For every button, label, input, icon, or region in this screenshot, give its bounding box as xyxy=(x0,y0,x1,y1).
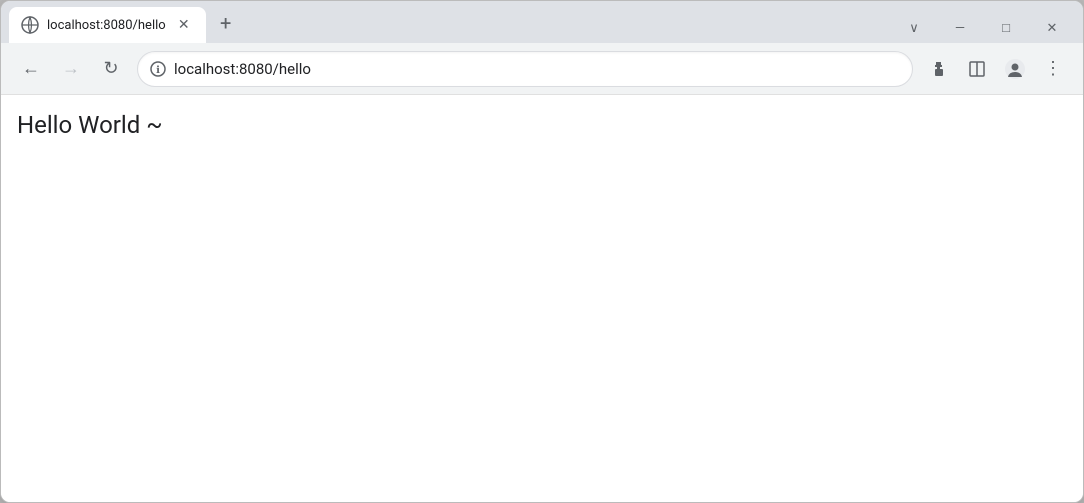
lock-icon: ℹ xyxy=(150,61,166,77)
toolbar: ← → ↻ ℹ xyxy=(1,43,1083,95)
close-button[interactable]: ✕ xyxy=(1029,13,1075,43)
tab-list-button[interactable]: ∨ xyxy=(891,13,937,43)
profile-button[interactable] xyxy=(997,51,1033,87)
minimize-button[interactable]: — xyxy=(937,13,983,43)
split-screen-button[interactable] xyxy=(959,51,995,87)
forward-button[interactable]: → xyxy=(53,51,89,87)
tab-favicon-icon xyxy=(21,16,39,34)
back-button[interactable]: ← xyxy=(13,51,49,87)
refresh-button[interactable]: ↻ xyxy=(93,51,129,87)
title-bar: localhost:8080/hello ✕ + ∨ — □ ✕ xyxy=(1,1,1083,43)
svg-text:ℹ: ℹ xyxy=(156,65,160,76)
maximize-button[interactable]: □ xyxy=(983,13,1029,43)
address-input[interactable] xyxy=(174,60,900,78)
active-tab[interactable]: localhost:8080/hello ✕ xyxy=(9,7,206,43)
window-controls: ∨ — □ ✕ xyxy=(883,13,1083,43)
new-tab-button[interactable]: + xyxy=(210,7,242,39)
tabs-area: localhost:8080/hello ✕ + xyxy=(1,7,883,43)
page-main-text: Hello World ~ xyxy=(17,111,163,139)
browser-window: localhost:8080/hello ✕ + ∨ — □ ✕ ← → ↻ ℹ xyxy=(0,0,1084,503)
extensions-button[interactable] xyxy=(921,51,957,87)
more-button[interactable]: ⋮ xyxy=(1035,51,1071,87)
tab-close-button[interactable]: ✕ xyxy=(174,15,194,35)
page-content: Hello World ~ xyxy=(1,95,1083,502)
tab-title: localhost:8080/hello xyxy=(47,18,166,33)
address-bar[interactable]: ℹ xyxy=(137,51,913,87)
toolbar-icons: ⋮ xyxy=(921,51,1071,87)
